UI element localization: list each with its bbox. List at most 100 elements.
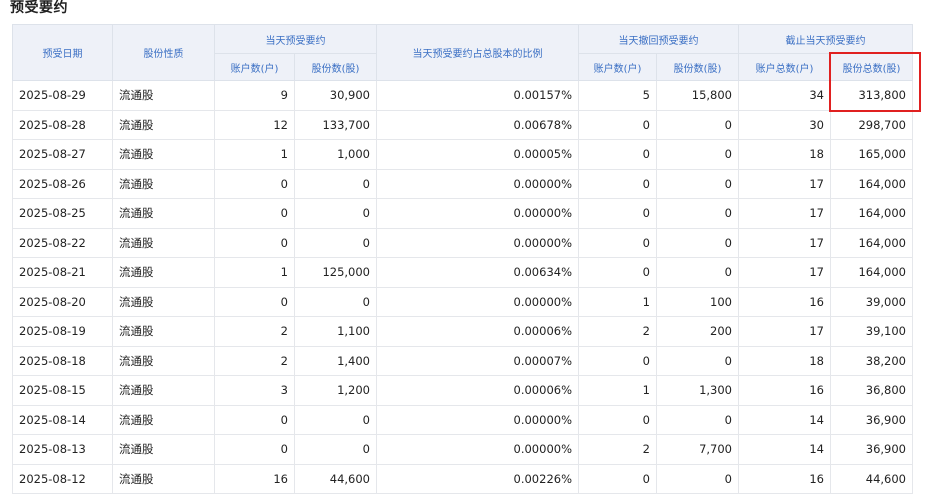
header-today-group: 当天预受要约: [214, 24, 377, 54]
cell-share-type: 流通股: [112, 168, 215, 199]
cell-shares: 1,400: [294, 345, 377, 376]
cell-shares: 0: [294, 286, 377, 317]
table-row[interactable]: 2025-08-29 流通股 9 30,900 0.00157% 5 15,800 34 313…: [12, 80, 913, 111]
cell-total-shares: 36,900: [830, 434, 913, 465]
cell-withdraw-accounts: 1: [578, 375, 657, 406]
cell-date: 2025-08-29: [12, 80, 113, 111]
cell-withdraw-accounts: 0: [578, 404, 657, 435]
header-date[interactable]: 预受日期: [12, 24, 113, 81]
cell-accounts: 0: [214, 198, 295, 229]
cell-total-shares: 298,700: [830, 109, 913, 140]
cell-total-accounts: 14: [738, 404, 831, 435]
cell-total-shares: 36,800: [830, 375, 913, 406]
cell-withdraw-accounts: 0: [578, 463, 657, 494]
cell-ratio: 0.00000%: [376, 168, 579, 199]
cell-share-type: 流通股: [112, 286, 215, 317]
cell-withdraw-accounts: 1: [578, 286, 657, 317]
cell-date: 2025-08-13: [12, 434, 113, 465]
cell-date: 2025-08-28: [12, 109, 113, 140]
cell-total-shares: 44,600: [830, 463, 913, 494]
table-row[interactable]: 2025-08-19 流通股 2 1,100 0.00006% 2 200 17 39,100: [12, 316, 913, 347]
header-ratio[interactable]: 当天预受要约占总股本的比例: [376, 24, 579, 81]
cell-date: 2025-08-27: [12, 139, 113, 170]
cell-withdraw-shares: 0: [656, 404, 739, 435]
cell-share-type: 流通股: [112, 434, 215, 465]
cell-accounts: 16: [214, 463, 295, 494]
cell-date: 2025-08-18: [12, 345, 113, 376]
cell-withdraw-shares: 0: [656, 227, 739, 258]
cell-withdraw-shares: 0: [656, 109, 739, 140]
cell-total-accounts: 16: [738, 286, 831, 317]
cell-withdraw-shares: 200: [656, 316, 739, 347]
cell-date: 2025-08-15: [12, 375, 113, 406]
table-row[interactable]: 2025-08-12 流通股 16 44,600 0.00226% 0 0 16 44,600: [12, 463, 913, 494]
header-shares[interactable]: 股份数(股): [294, 53, 377, 81]
cell-date: 2025-08-25: [12, 198, 113, 229]
cell-withdraw-accounts: 0: [578, 109, 657, 140]
cell-share-type: 流通股: [112, 80, 215, 111]
cell-total-accounts: 17: [738, 257, 831, 288]
cell-ratio: 0.00678%: [376, 109, 579, 140]
cell-withdraw-shares: 0: [656, 345, 739, 376]
cell-withdraw-accounts: 2: [578, 434, 657, 465]
header-share-type[interactable]: 股份性质: [112, 24, 215, 81]
table-row[interactable]: 2025-08-14 流通股 0 0 0.00000% 0 0 14 36,900: [12, 404, 913, 435]
table-row[interactable]: 2025-08-26 流通股 0 0 0.00000% 0 0 17 164,000: [12, 168, 913, 199]
cell-ratio: 0.00000%: [376, 286, 579, 317]
cell-total-shares: 39,000: [830, 286, 913, 317]
cell-shares: 0: [294, 198, 377, 229]
header-withdraw-shares[interactable]: 股份数(股): [656, 53, 739, 81]
cell-total-shares: 38,200: [830, 345, 913, 376]
cell-total-shares: 313,800: [830, 80, 913, 111]
cell-total-accounts: 16: [738, 375, 831, 406]
table-row[interactable]: 2025-08-20 流通股 0 0 0.00000% 1 100 16 39,000: [12, 286, 913, 317]
table-row[interactable]: 2025-08-25 流通股 0 0 0.00000% 0 0 17 164,000: [12, 198, 913, 229]
table-row[interactable]: 2025-08-13 流通股 0 0 0.00000% 2 7,700 14 36,900: [12, 434, 913, 465]
cell-withdraw-shares: 100: [656, 286, 739, 317]
cell-share-type: 流通股: [112, 227, 215, 258]
cell-total-accounts: 17: [738, 168, 831, 199]
header-withdraw-accounts[interactable]: 账户数(户): [578, 53, 657, 81]
tender-offer-table: 预受日期 股份性质 当天预受要约 当天预受要约占总股本的比例 当天撤回预受要约 …: [12, 24, 913, 494]
cell-ratio: 0.00157%: [376, 80, 579, 111]
header-total-shares[interactable]: 股份总数(股): [830, 53, 913, 81]
cell-ratio: 0.00007%: [376, 345, 579, 376]
cell-share-type: 流通股: [112, 463, 215, 494]
table-row[interactable]: 2025-08-27 流通股 1 1,000 0.00005% 0 0 18 165,000: [12, 139, 913, 170]
cell-total-shares: 39,100: [830, 316, 913, 347]
cell-total-shares: 164,000: [830, 227, 913, 258]
cell-total-shares: 164,000: [830, 168, 913, 199]
section-title: 预受要约: [10, 0, 68, 16]
table-row[interactable]: 2025-08-18 流通股 2 1,400 0.00007% 0 0 18 38,200: [12, 345, 913, 376]
cell-total-accounts: 17: [738, 227, 831, 258]
cell-date: 2025-08-26: [12, 168, 113, 199]
cell-withdraw-shares: 15,800: [656, 80, 739, 111]
cell-ratio: 0.00006%: [376, 316, 579, 347]
table-row[interactable]: 2025-08-28 流通股 12 133,700 0.00678% 0 0 30 298,70…: [12, 109, 913, 140]
table-row[interactable]: 2025-08-22 流通股 0 0 0.00000% 0 0 17 164,000: [12, 227, 913, 258]
cell-withdraw-shares: 0: [656, 168, 739, 199]
cell-ratio: 0.00000%: [376, 198, 579, 229]
header-withdraw-group: 当天撤回预受要约: [578, 24, 739, 54]
cell-ratio: 0.00006%: [376, 375, 579, 406]
cell-share-type: 流通股: [112, 109, 215, 140]
cell-shares: 0: [294, 168, 377, 199]
cell-total-accounts: 17: [738, 316, 831, 347]
table-row[interactable]: 2025-08-21 流通股 1 125,000 0.00634% 0 0 17 164,000: [12, 257, 913, 288]
cell-withdraw-accounts: 5: [578, 80, 657, 111]
cell-date: 2025-08-20: [12, 286, 113, 317]
cell-withdraw-shares: 0: [656, 257, 739, 288]
cell-shares: 1,000: [294, 139, 377, 170]
header-total-accounts[interactable]: 账户总数(户): [738, 53, 831, 81]
cell-withdraw-shares: 0: [656, 139, 739, 170]
cell-share-type: 流通股: [112, 316, 215, 347]
cell-share-type: 流通股: [112, 375, 215, 406]
cell-withdraw-accounts: 0: [578, 345, 657, 376]
cell-accounts: 9: [214, 80, 295, 111]
cell-accounts: 0: [214, 286, 295, 317]
cell-accounts: 1: [214, 257, 295, 288]
header-accounts[interactable]: 账户数(户): [214, 53, 295, 81]
table-row[interactable]: 2025-08-15 流通股 3 1,200 0.00006% 1 1,300 16 36,80…: [12, 375, 913, 406]
cell-total-accounts: 16: [738, 463, 831, 494]
cell-shares: 44,600: [294, 463, 377, 494]
